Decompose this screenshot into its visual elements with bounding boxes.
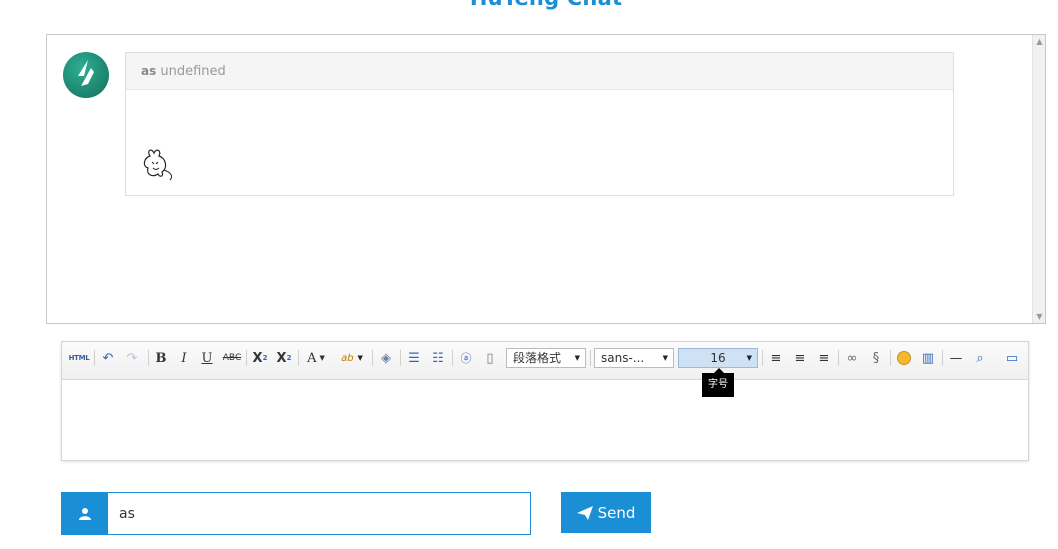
chat-scrollbar[interactable]: ▲ ▼ — [1032, 35, 1045, 323]
toolbar-divider — [942, 350, 943, 366]
font-size-value: 16 — [710, 351, 726, 365]
toolbar-divider — [298, 350, 299, 366]
emoji-icon[interactable] — [894, 348, 914, 368]
subscript-icon[interactable]: X2 — [274, 348, 294, 368]
unlink-icon[interactable]: § — [866, 348, 886, 368]
toolbar-divider — [762, 350, 763, 366]
link-icon[interactable]: ∞ — [842, 348, 862, 368]
editor-content-area[interactable] — [62, 380, 1028, 460]
logo-icon — [78, 60, 94, 86]
anchor-icon[interactable]: ⓐ — [456, 348, 476, 368]
preview-icon[interactable]: ⌕ — [970, 348, 990, 368]
undo-icon[interactable]: ↶ — [98, 348, 118, 368]
align-left-icon[interactable]: ≡ — [766, 348, 786, 368]
toolbar-divider — [94, 350, 95, 366]
fullscreen-icon[interactable]: ▭ — [1002, 348, 1022, 368]
horizontal-rule-icon[interactable]: — — [946, 348, 966, 368]
font-size-select[interactable]: 16 ▼ — [678, 348, 758, 368]
toolbar-divider — [890, 350, 891, 366]
toolbar-divider — [246, 350, 247, 366]
message-username: as — [141, 64, 157, 78]
italic-icon[interactable]: I — [175, 348, 193, 368]
eraser-icon[interactable]: ◈ — [376, 348, 396, 368]
toolbar-divider — [452, 350, 453, 366]
message-header: as undefined — [126, 53, 953, 90]
message-text: undefined — [160, 64, 226, 79]
chat-log[interactable]: as undefined ▲ ▼ — [46, 34, 1046, 324]
page-title: HuTeng Chat — [0, 0, 1058, 10]
superscript-icon[interactable]: X2 — [250, 348, 270, 368]
message-body — [126, 90, 953, 196]
font-size-tooltip: 字号 — [702, 373, 734, 397]
toolbar-divider — [590, 350, 591, 366]
toolbar-divider — [148, 350, 149, 366]
bold-icon[interactable]: B — [152, 348, 170, 368]
message-card: as undefined — [125, 52, 954, 196]
unordered-list-icon[interactable]: ☷ — [428, 348, 448, 368]
rich-text-editor[interactable]: HTML ↶ ↷ B I U ABC X2 X2 A ▼ ab ▼ ◈ ☰ ☷ ⓐ… — [61, 341, 1029, 461]
video-icon[interactable]: ▥ — [918, 348, 938, 368]
highlight-icon[interactable]: ab ▼ — [336, 348, 368, 368]
user-addon — [62, 493, 108, 534]
chevron-down-icon: ▼ — [746, 354, 752, 362]
sticker-image — [143, 149, 173, 181]
paragraph-format-value: 段落格式 — [513, 351, 562, 365]
align-right-icon[interactable]: ≡ — [814, 348, 834, 368]
page-icon[interactable]: ▯ — [480, 348, 500, 368]
send-button-label: Send — [597, 503, 636, 522]
font-color-icon[interactable]: A ▼ — [302, 348, 330, 368]
paper-plane-icon — [576, 505, 593, 520]
scroll-up-icon[interactable]: ▲ — [1033, 35, 1046, 48]
chevron-down-icon: ▼ — [574, 354, 580, 362]
redo-icon[interactable]: ↷ — [122, 348, 142, 368]
font-family-select[interactable]: sans-... ▼ — [594, 348, 674, 368]
strikethrough-icon[interactable]: ABC — [220, 348, 244, 368]
ordered-list-icon[interactable]: ☰ — [404, 348, 424, 368]
toolbar-divider — [372, 350, 373, 366]
scroll-down-icon[interactable]: ▼ — [1033, 310, 1046, 323]
underline-icon[interactable]: U — [198, 348, 216, 368]
toolbar-divider — [838, 350, 839, 366]
html-source-button[interactable]: HTML — [68, 348, 90, 368]
username-input[interactable] — [108, 493, 530, 534]
send-button[interactable]: Send — [561, 492, 651, 533]
toolbar-divider — [400, 350, 401, 366]
paragraph-format-select[interactable]: 段落格式 ▼ — [506, 348, 586, 368]
font-family-value: sans-... — [601, 351, 645, 365]
avatar — [63, 52, 109, 98]
username-field — [61, 492, 531, 535]
chevron-down-icon: ▼ — [662, 354, 668, 362]
editor-toolbar: HTML ↶ ↷ B I U ABC X2 X2 A ▼ ab ▼ ◈ ☰ ☷ ⓐ… — [62, 342, 1028, 397]
user-icon — [79, 507, 91, 520]
align-center-icon[interactable]: ≡ — [790, 348, 810, 368]
